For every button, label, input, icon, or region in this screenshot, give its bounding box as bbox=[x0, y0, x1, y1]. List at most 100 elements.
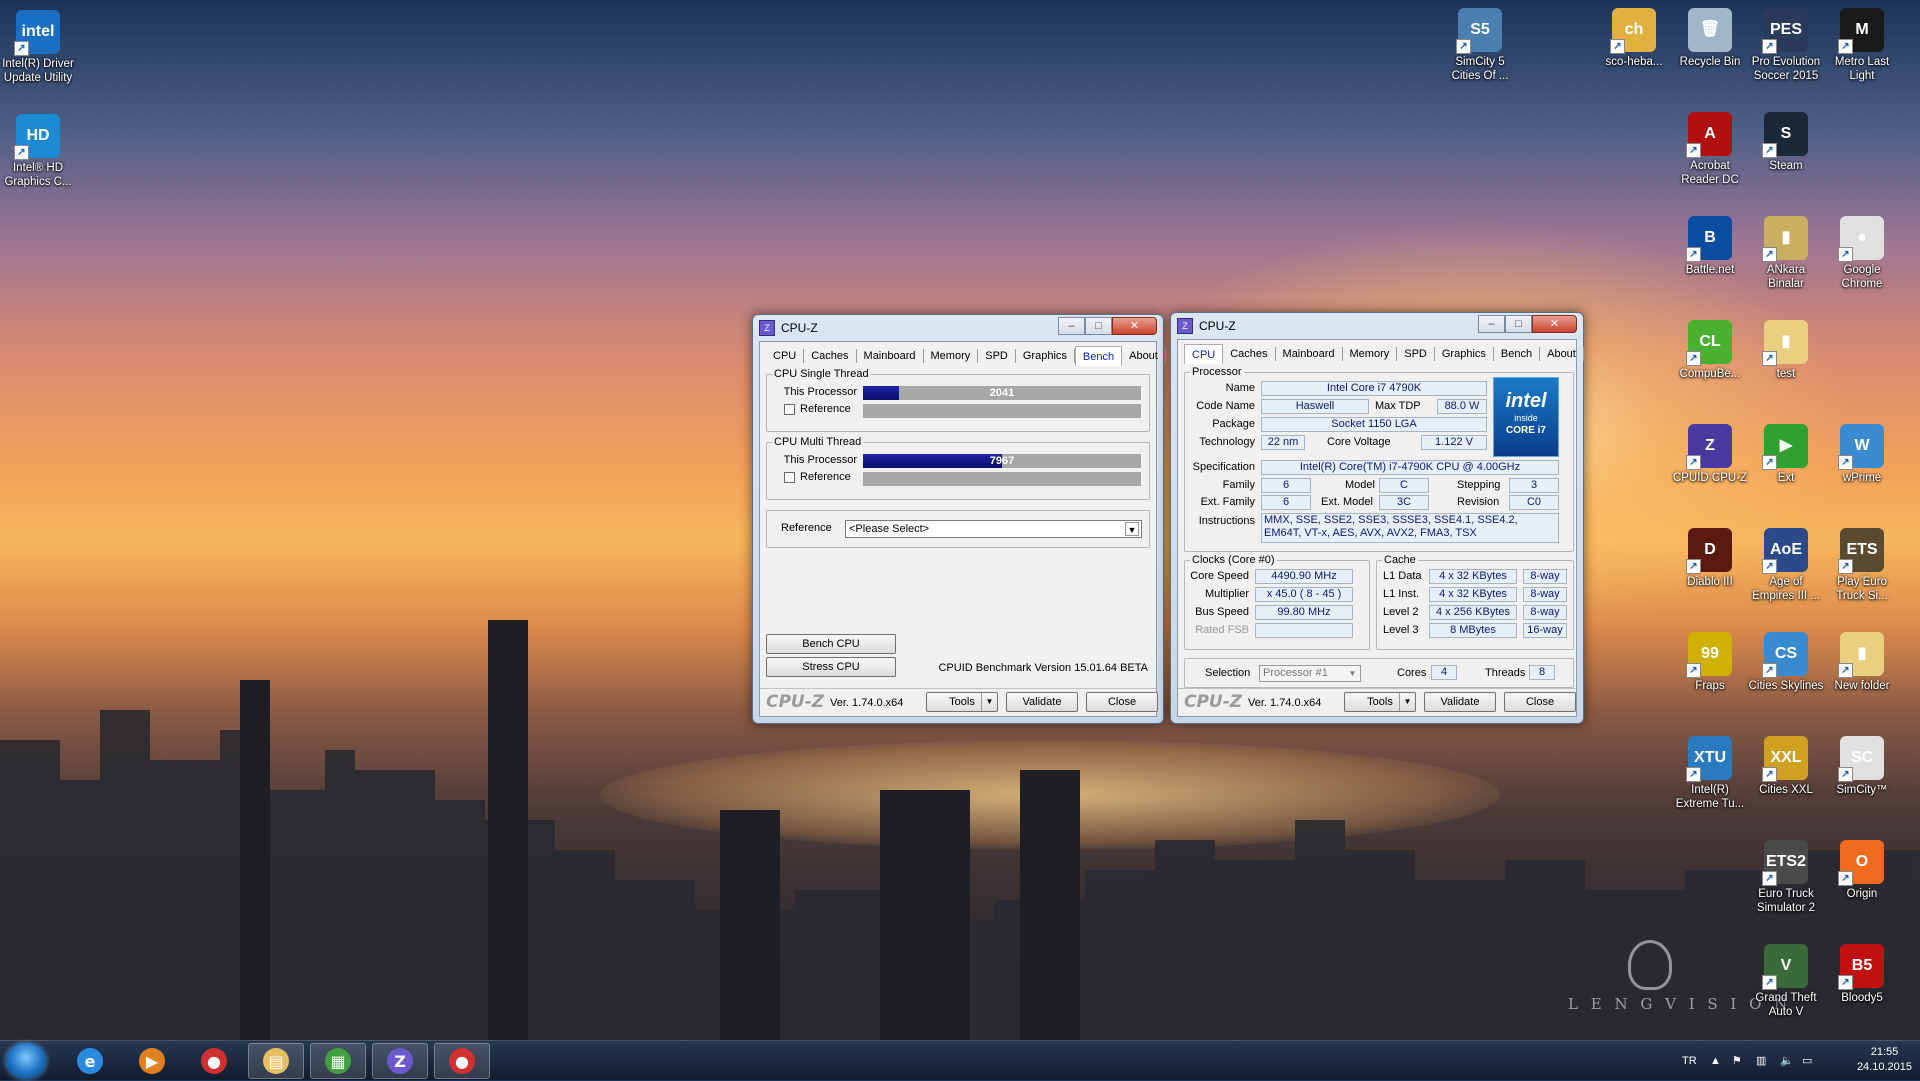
selection-select[interactable]: Processor #1 ▼ bbox=[1259, 665, 1361, 682]
tab-bench[interactable]: Bench bbox=[1494, 347, 1541, 361]
desktop-icon-fraps[interactable]: 99 Fraps bbox=[1672, 632, 1748, 693]
max-tdp-label: Max TDP bbox=[1375, 400, 1421, 412]
tools-button[interactable]: Tools ▼ bbox=[926, 692, 998, 712]
chrome-window-icon: ● bbox=[449, 1048, 475, 1074]
desktop-icon-test[interactable]: ▮ test bbox=[1748, 320, 1824, 381]
desktop-icon-intel-r-driver-update-utility[interactable]: intelIntel(R) Driver Update Utility bbox=[0, 10, 76, 85]
task-manager-icon: ▦ bbox=[325, 1048, 351, 1074]
desktop-icon-ankara-binalar[interactable]: ▮ANkara Binalar bbox=[1748, 216, 1824, 291]
multi-reference-checkbox[interactable] bbox=[784, 472, 795, 483]
desktop-icon-new-folder[interactable]: ▮ New folder bbox=[1824, 632, 1900, 693]
tray-expand-icon[interactable]: ▲ bbox=[1710, 1041, 1721, 1081]
clock[interactable]: 21:55 24.10.2015 bbox=[1857, 1045, 1912, 1075]
tab-about[interactable]: About bbox=[1540, 347, 1584, 361]
desktop-icon-compube[interactable]: CL CompuBe... bbox=[1672, 320, 1748, 381]
tab-about[interactable]: About bbox=[1122, 349, 1166, 363]
media-player-icon: ▶ bbox=[139, 1048, 165, 1074]
desktop-icon-label: Acrobat Reader DC bbox=[1681, 160, 1739, 186]
minimize-button[interactable]: – bbox=[1058, 317, 1085, 335]
desktop-icon-label: Recycle Bin bbox=[1679, 56, 1741, 68]
tab-cpu[interactable]: CPU bbox=[766, 349, 805, 363]
desktop-icon-origin[interactable]: O Origin bbox=[1824, 840, 1900, 901]
desktop-icon-age-of-empires-iii[interactable]: AoEAge of Empires III ... bbox=[1748, 528, 1824, 603]
desktop-icon-diablo-iii[interactable]: D Diablo III bbox=[1672, 528, 1748, 589]
desktop-icon-euro-truck-simulator-2[interactable]: ETS2Euro Truck Simulator 2 bbox=[1748, 840, 1824, 915]
tab-caches[interactable]: Caches bbox=[804, 349, 857, 363]
taskbar-chrome-window-button[interactable]: ● bbox=[434, 1043, 490, 1079]
volume-icon[interactable]: 🔈 bbox=[1780, 1041, 1794, 1081]
single-thread-label: CPU Single Thread bbox=[772, 368, 871, 380]
minimize-button[interactable]: – bbox=[1478, 315, 1505, 333]
desktop-icon-recycle-bin[interactable]: 🗑 Recycle Bin bbox=[1672, 8, 1748, 69]
desktop-icon-intel-hd-graphics-c[interactable]: HDIntel® HD Graphics C... bbox=[0, 114, 76, 189]
desktop-icon-bloody5[interactable]: B5 Bloody5 bbox=[1824, 944, 1900, 1005]
tab-memory[interactable]: Memory bbox=[924, 349, 979, 363]
desktop-icon-label: Cities XXL bbox=[1759, 784, 1813, 796]
desktop-icon-wprime[interactable]: WwPrime bbox=[1824, 424, 1900, 485]
taskbar-file-explorer-button[interactable]: ▤ bbox=[248, 1043, 304, 1079]
tab-caches[interactable]: Caches bbox=[1223, 347, 1276, 361]
tools-button[interactable]: Tools ▼ bbox=[1344, 692, 1416, 712]
close-button[interactable]: Close bbox=[1086, 692, 1158, 712]
display-icon[interactable]: ▭ bbox=[1802, 1041, 1812, 1081]
desktop-icon-grand-theft-auto-v[interactable]: VGrand Theft Auto V bbox=[1748, 944, 1824, 1019]
start-button[interactable] bbox=[6, 1043, 46, 1079]
action-center-flag-icon[interactable]: ⚑ bbox=[1732, 1041, 1742, 1081]
max-tdp-value: 88.0 W bbox=[1437, 399, 1487, 414]
desktop-icon-label: Age of Empires III ... bbox=[1752, 576, 1820, 602]
close-window-button[interactable]: ✕ bbox=[1532, 315, 1577, 333]
validate-button[interactable]: Validate bbox=[1006, 692, 1078, 712]
desktop-icon-cpuid-cpu-z[interactable]: Z CPUID CPU-Z bbox=[1672, 424, 1748, 485]
bench-tabs: CPU Caches Mainboard Memory SPD Graphics… bbox=[766, 346, 1166, 366]
validate-button[interactable]: Validate bbox=[1424, 692, 1496, 712]
desktop-icon-simcity-5-cities-of[interactable]: S5SimCity 5 Cities Of ... bbox=[1442, 8, 1518, 83]
stress-cpu-button[interactable]: Stress CPU bbox=[766, 657, 896, 677]
close-button[interactable]: Close bbox=[1504, 692, 1576, 712]
multi-reference-bar bbox=[863, 472, 1141, 486]
taskbar-task-manager-button[interactable]: ▦ bbox=[310, 1043, 366, 1079]
desktop-icon-label: Grand Theft Auto V bbox=[1755, 992, 1817, 1018]
desktop-icon-google-chrome[interactable]: ●Google Chrome bbox=[1824, 216, 1900, 291]
desktop-icon-steam[interactable]: S Steam bbox=[1748, 112, 1824, 173]
cpuid-cpu-z-icon: Z bbox=[1686, 424, 1732, 470]
network-icon[interactable]: ▥ bbox=[1756, 1041, 1766, 1081]
tab-graphics[interactable]: Graphics bbox=[1435, 347, 1494, 361]
tab-cpu[interactable]: CPU bbox=[1184, 344, 1224, 364]
close-window-button[interactable]: ✕ bbox=[1112, 317, 1157, 335]
maximize-button[interactable]: □ bbox=[1505, 315, 1532, 333]
tab-spd[interactable]: SPD bbox=[978, 349, 1016, 363]
desktop-icon-acrobat-reader-dc[interactable]: AAcrobat Reader DC bbox=[1672, 112, 1748, 187]
desktop-icon-simcity[interactable]: SC SimCity™ bbox=[1824, 736, 1900, 797]
desktop-icon-metro-last-light[interactable]: MMetro Last Light bbox=[1824, 8, 1900, 83]
taskbar-media-player-button[interactable]: ▶ bbox=[124, 1043, 180, 1079]
desktop-icon-ext[interactable]: ▶ Ext bbox=[1748, 424, 1824, 485]
new-folder-icon: ▮ bbox=[1838, 632, 1884, 678]
desktop-icon-pro-evolution-soccer-2015[interactable]: PESPro Evolution Soccer 2015 bbox=[1748, 8, 1824, 83]
reference-select[interactable]: <Please Select> ▼ bbox=[845, 520, 1142, 538]
bench-cpu-button[interactable]: Bench CPU bbox=[766, 634, 896, 654]
desktop-icon-cities-xxl[interactable]: XXL Cities XXL bbox=[1748, 736, 1824, 797]
desktop-icon-sco-heba[interactable]: ch sco-heba... bbox=[1596, 8, 1672, 69]
tab-mainboard[interactable]: Mainboard bbox=[1276, 347, 1343, 361]
single-reference-checkbox[interactable] bbox=[784, 404, 795, 415]
language-indicator[interactable]: TR bbox=[1682, 1041, 1697, 1081]
watermark-horse-logo bbox=[1628, 940, 1672, 990]
taskbar-ie-button[interactable]: e bbox=[62, 1043, 118, 1079]
taskbar-chrome-button[interactable]: ● bbox=[186, 1043, 242, 1079]
maximize-button[interactable]: □ bbox=[1085, 317, 1112, 335]
taskbar-cpu-z-button[interactable]: Z bbox=[372, 1043, 428, 1079]
cpuz-bench-window[interactable]: Z CPU-Z – □ ✕ CPU Caches Mainboard Memor… bbox=[752, 314, 1166, 724]
tab-graphics[interactable]: Graphics bbox=[1016, 349, 1075, 363]
desktop-icon-intel-r-extreme-tu[interactable]: XTUIntel(R) Extreme Tu... bbox=[1672, 736, 1748, 811]
tab-bench[interactable]: Bench bbox=[1074, 346, 1123, 366]
desktop-icon-cities-skylines[interactable]: CS Cities Skylines bbox=[1748, 632, 1824, 693]
desktop-icon-play-euro-truck-si[interactable]: ETSPlay Euro Truck Si... bbox=[1824, 528, 1900, 603]
chrome-icon: ● bbox=[201, 1048, 227, 1074]
tab-mainboard[interactable]: Mainboard bbox=[857, 349, 924, 363]
desktop-icon-battle-net[interactable]: B Battle.net bbox=[1672, 216, 1748, 277]
ankara-binalar-icon: ▮ bbox=[1762, 216, 1808, 262]
tab-spd[interactable]: SPD bbox=[1397, 347, 1435, 361]
cpuz-cpu-window[interactable]: Z CPU-Z – □ ✕ CPU Caches Mainboard Memor… bbox=[1170, 312, 1584, 724]
tab-memory[interactable]: Memory bbox=[1343, 347, 1398, 361]
core-voltage-label: Core Voltage bbox=[1327, 436, 1391, 448]
